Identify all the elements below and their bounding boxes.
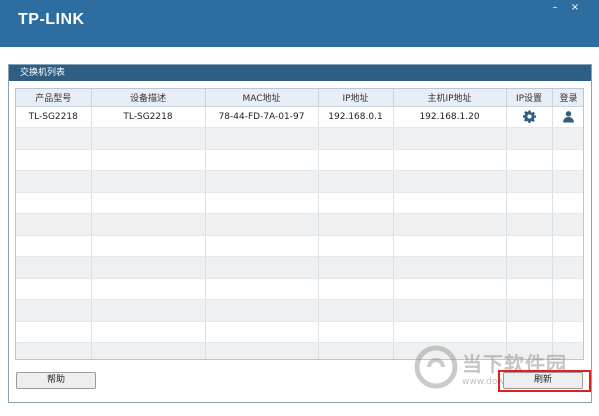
table-row-empty: [16, 149, 583, 171]
switch-table: 产品型号 设备描述 MAC地址 IP地址 主机IP地址 IP设置 登录 TL-S…: [15, 88, 584, 360]
column-header-ip-settings[interactable]: IP设置: [506, 89, 553, 107]
cell-host-ip: 192.168.1.20: [393, 106, 507, 128]
column-header-model[interactable]: 产品型号: [16, 89, 92, 107]
column-header-mac[interactable]: MAC地址: [205, 89, 319, 107]
table-row-empty: [16, 192, 583, 214]
table-row-empty: [16, 256, 583, 279]
table-row-empty: [16, 127, 583, 150]
minimize-button[interactable]: –: [548, 2, 562, 14]
table-row-empty: [16, 299, 583, 322]
column-header-ip[interactable]: IP地址: [318, 89, 394, 107]
table-row-empty: [16, 321, 583, 343]
tp-link-logo: TP-LINK: [18, 11, 85, 28]
cell-model: TL-SG2218: [16, 106, 92, 128]
table-row-empty: [16, 170, 583, 193]
column-header-login[interactable]: 登录: [552, 89, 583, 107]
cell-login: [552, 106, 583, 128]
cell-description: TL-SG2218: [91, 106, 206, 128]
user-icon[interactable]: [562, 110, 575, 123]
table-header-row: 产品型号 设备描述 MAC地址 IP地址 主机IP地址 IP设置 登录: [16, 89, 583, 107]
table-row[interactable]: TL-SG2218 TL-SG2218 78-44-FD-7A-01-97 19…: [16, 106, 583, 128]
close-button[interactable]: ×: [568, 2, 582, 14]
gear-icon[interactable]: [522, 110, 536, 124]
column-header-description[interactable]: 设备描述: [91, 89, 206, 107]
cell-ip: 192.168.0.1: [318, 106, 394, 128]
highlight-box: [498, 370, 591, 392]
table-row-empty: [16, 235, 583, 257]
table-row-empty: [16, 278, 583, 300]
column-header-host-ip[interactable]: 主机IP地址: [393, 89, 507, 107]
cell-mac: 78-44-FD-7A-01-97: [205, 106, 319, 128]
table-row-empty: [16, 213, 583, 236]
panel-title: 交换机列表: [9, 65, 591, 81]
cell-ip-settings: [506, 106, 553, 128]
title-bar: TP-LINK – ×: [0, 0, 599, 47]
help-button[interactable]: 帮助: [16, 372, 96, 389]
watermark-logo-icon: [414, 345, 458, 389]
